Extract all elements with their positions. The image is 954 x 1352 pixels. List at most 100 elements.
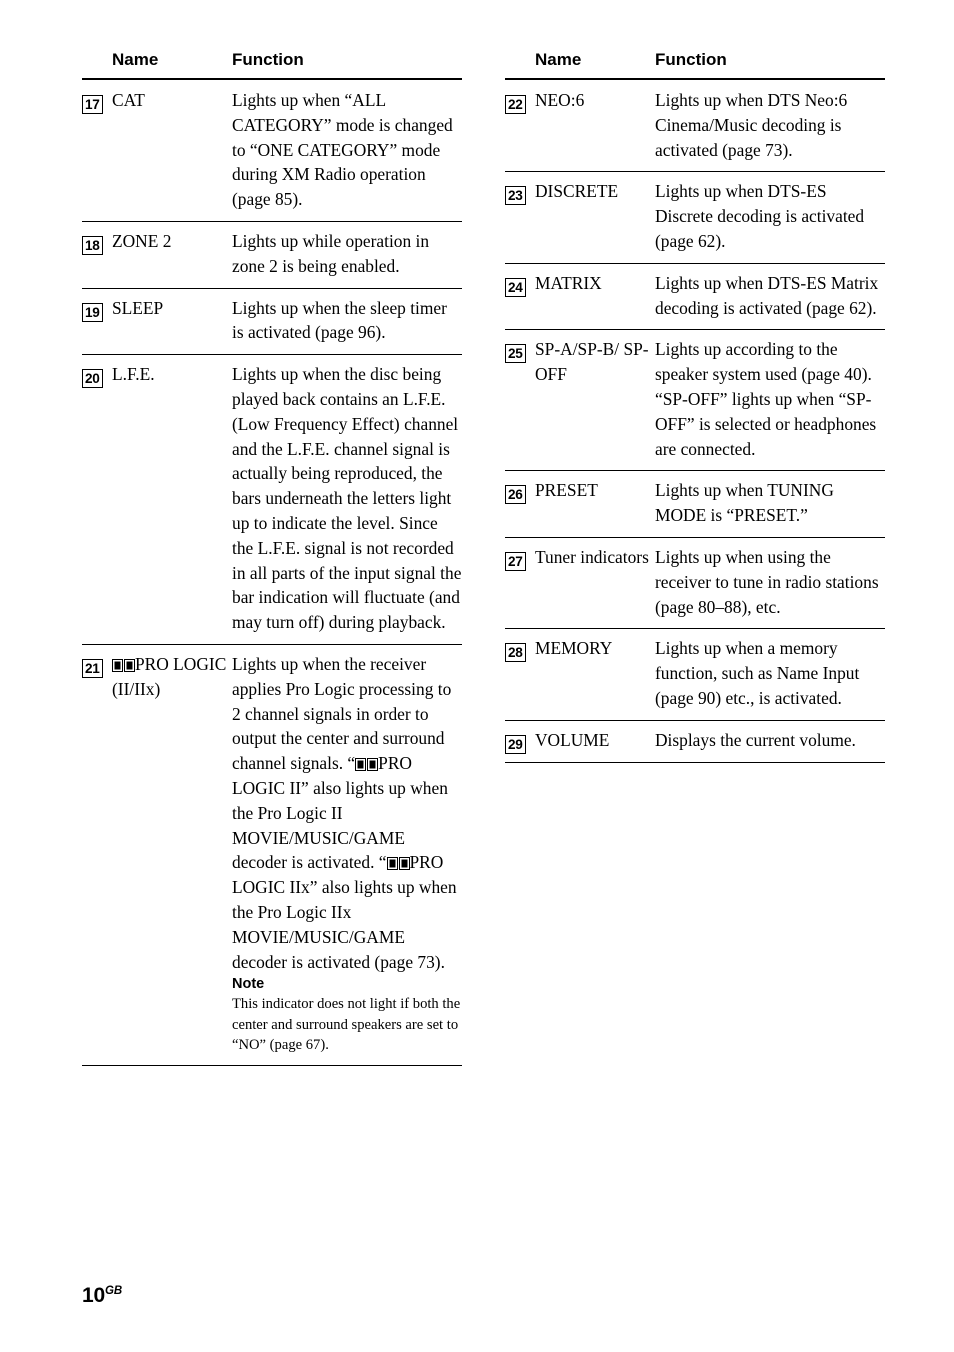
indicator-number-badge: 29 (505, 734, 526, 754)
table-body-right: 22 NEO:6 Lights up when DTS Neo:6 Cinema/M… (505, 79, 885, 763)
function-description: Lights up when the sleep timer is activa… (232, 297, 447, 343)
row-number-cell: 25 (505, 329, 535, 472)
table-header-right: Name Function (505, 50, 885, 80)
indicator-function-cell: Lights up when the sleep timer is activa… (232, 288, 462, 356)
table-header-row: Name Function (82, 50, 462, 80)
page-footer: 10GB (82, 1279, 122, 1308)
indicator-name-cell: NEO:6 (535, 79, 655, 173)
row-number-cell: 21 (82, 644, 112, 1066)
table-row: 19 SLEEP Lights up when the sleep timer is… (82, 288, 462, 356)
row-number-cell: 17 (82, 79, 112, 222)
indicator-function-cell: Lights up when DTS-ES Matrix decoding is… (655, 263, 885, 331)
column-header-number (82, 50, 112, 80)
function-description: Lights up when the disc being played bac… (232, 364, 462, 633)
indicator-number-badge: 18 (82, 235, 103, 255)
indicator-number-badge: 25 (505, 344, 526, 364)
indicator-table-left: Name Function 17 CAT Lights up when “ALL C… (82, 50, 462, 1066)
manual-page: Name Function 17 CAT Lights up when “ALL C… (0, 0, 954, 1352)
indicator-name-cell: SLEEP (112, 288, 232, 356)
indicator-name-cell: MEMORY (535, 628, 655, 721)
dolby-double-d-icon (386, 851, 410, 876)
indicator-name-cell: PRO LOGIC (II/IIx) (112, 644, 232, 1066)
indicator-function-cell: Displays the current volume. (655, 720, 885, 763)
indicator-name: MATRIX (535, 272, 602, 293)
table-row: 21 PRO LOGIC (II/IIx) Lights up when the r… (82, 644, 462, 1066)
indicator-table-right: Name Function 22 NEO:6 Lights up when DTS … (505, 50, 885, 763)
indicator-name-cell: CAT (112, 79, 232, 222)
indicator-name-cell: Tuner indicators (535, 537, 655, 630)
indicator-number-badge: 21 (82, 658, 103, 678)
indicator-function-cell: Lights up when a memory function, such a… (655, 628, 885, 721)
page-region-code: GB (104, 1285, 123, 1297)
table-row: 26 PRESET Lights up when TUNING MODE is “P… (505, 470, 885, 538)
indicator-function-cell: Lights up while operation in zone 2 is b… (232, 221, 462, 289)
indicator-name-cell: DISCRETE (535, 171, 655, 264)
row-number-cell: 24 (505, 263, 535, 331)
indicator-function-cell: Lights up when the disc being played bac… (232, 354, 462, 645)
indicator-name: SP-A/SP-B/ SP-OFF (535, 339, 649, 385)
indicator-number-badge: 17 (82, 95, 103, 114)
function-description: Lights up while operation in zone 2 is b… (232, 230, 430, 276)
right-column: Name Function 22 NEO:6 Lights up when DTS … (505, 50, 885, 1066)
row-number-cell: 28 (505, 628, 535, 721)
left-column: Name Function 17 CAT Lights up when “ALL C… (82, 50, 462, 1066)
indicator-name: VOLUME (535, 729, 610, 750)
indicator-function-cell: Lights up when DTS-ES Discrete decoding … (655, 171, 885, 264)
indicator-name: NEO:6 (535, 90, 585, 110)
indicator-name-cell: L.F.E. (112, 354, 232, 645)
function-description: Displays the current volume. (655, 729, 856, 750)
indicator-name: DISCRETE (535, 181, 619, 202)
table-body-left: 17 CAT Lights up when “ALL CATEGORY” mode … (82, 79, 462, 1066)
indicator-number-badge: 27 (505, 551, 526, 571)
table-row: 28 MEMORY Lights up when a memory function… (505, 628, 885, 721)
table-row: 23 DISCRETE Lights up when DTS-ES Discrete… (505, 171, 885, 264)
table-row: 27 Tuner indicators Lights up when using t… (505, 537, 885, 630)
indicator-name: Tuner indicators (535, 546, 649, 567)
indicator-name-cell: ZONE 2 (112, 221, 232, 289)
indicator-name: L.F.E. (112, 364, 155, 385)
function-description: Lights up when DTS-ES Discrete decoding … (655, 181, 865, 251)
indicator-function-cell: Lights up when TUNING MODE is “PRESET.” (655, 470, 885, 538)
table-row: 29 VOLUME Displays the current volume. (505, 720, 885, 763)
function-description: Lights up when DTS-ES Matrix decoding is… (655, 272, 879, 318)
function-description: “SP-OFF” lights up when “SP-OFF” is sele… (655, 388, 877, 459)
indicator-name-cell: PRESET (535, 470, 655, 538)
table-row: 22 NEO:6 Lights up when DTS Neo:6 Cinema/M… (505, 79, 885, 173)
function-description: Lights up when “ALL CATEGORY” mode is ch… (232, 90, 453, 210)
table-header-left: Name Function (82, 50, 462, 80)
table-row: 17 CAT Lights up when “ALL CATEGORY” mode … (82, 79, 462, 222)
indicator-number-badge: 23 (505, 186, 526, 206)
indicator-number-badge: 24 (505, 277, 526, 297)
row-number-cell: 27 (505, 537, 535, 630)
table-row: 18 ZONE 2 Lights up while operation in zon… (82, 221, 462, 289)
row-number-cell: 19 (82, 288, 112, 356)
indicator-name: CAT (112, 90, 145, 110)
row-number-cell: 23 (505, 171, 535, 264)
function-description: Lights up when using the receiver to tun… (655, 546, 879, 617)
column-header-function: Function (232, 50, 462, 80)
indicator-name: MEMORY (535, 638, 613, 659)
column-header-name: Name (535, 50, 655, 80)
row-number-cell: 29 (505, 720, 535, 763)
function-description: Lights up when TUNING MODE is “PRESET.” (655, 480, 834, 526)
indicator-function-cell: Lights up when using the receiver to tun… (655, 537, 885, 630)
indicator-function-cell: Lights up when “ALL CATEGORY” mode is ch… (232, 79, 462, 222)
row-number-cell: 26 (505, 470, 535, 538)
indicator-number-badge: 26 (505, 485, 526, 505)
function-description: Lights up according to the speaker syste… (655, 339, 872, 385)
column-header-function: Function (655, 50, 885, 80)
table-header-row: Name Function (505, 50, 885, 80)
note-body: This indicator does not light if both th… (232, 996, 461, 1054)
indicator-number-badge: 19 (82, 302, 103, 322)
indicator-name: PRESET (535, 480, 598, 501)
function-description: Lights up when DTS Neo:6 Cinema/Music de… (655, 90, 848, 160)
dolby-double-d-icon (112, 653, 135, 678)
table-row: 20 L.F.E. Lights up when the disc being pl… (82, 354, 462, 645)
two-column-layout: Name Function 17 CAT Lights up when “ALL C… (82, 50, 894, 1066)
row-number-cell: 20 (82, 354, 112, 645)
indicator-number-badge: 22 (505, 95, 526, 114)
table-row: 25 SP-A/SP-B/ SP-OFF Lights up according t… (505, 329, 885, 472)
indicator-number-badge: 20 (82, 369, 103, 389)
row-number-cell: 22 (505, 79, 535, 173)
note-heading: Note (232, 976, 265, 993)
